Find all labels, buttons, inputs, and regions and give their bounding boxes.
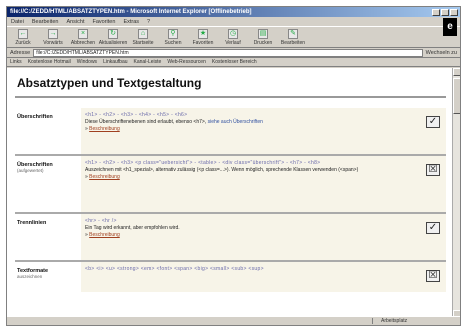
check-icon[interactable]: ✓ [426, 222, 440, 234]
vertical-scrollbar[interactable] [452, 68, 460, 318]
print-button[interactable]: ▤ Drucken [251, 28, 275, 46]
menu-item-datei[interactable]: Datei [11, 19, 24, 25]
browser-window: file://C:/ZEDD/HTML/ABSATZTYPEN.htm - Mi… [6, 6, 461, 326]
row-label: Textformate auszeichnen [17, 268, 49, 279]
links-item[interactable]: Kostenloser Bereich [212, 59, 257, 65]
links-bar: Links Kostenlose Hotmail Windows Linkauf… [7, 58, 460, 67]
menu-item-bearbeiten[interactable]: Bearbeiten [32, 19, 59, 25]
row-body: <h1> - <h2> - <h3> - <h4> - <h5> - <h6> … [81, 108, 446, 154]
address-input[interactable]: file://C:/ZEDD/HTML/ABSATZTYPEN.htm [33, 48, 423, 57]
row-code: <b> <i> <u> <strong> <em> <font> <span> … [85, 266, 264, 272]
table-row: Überschriften <h1> - <h2> - <h3> - <h4> … [15, 108, 446, 156]
search-button[interactable]: ⚲ Suchen [161, 28, 185, 46]
history-icon: ◷ [228, 28, 238, 39]
links-item[interactable]: Kostenlose Hotmail [28, 59, 71, 65]
row-more-link[interactable]: » Beschreibung [85, 174, 416, 181]
print-icon: ▤ [258, 28, 268, 39]
row-body: <hr> - <hr /> Ein Tag wird erkannt, aber… [81, 214, 446, 260]
security-zone: Arbeitsplatz [372, 318, 442, 324]
menu-bar: Datei Bearbeiten Ansicht Favoriten Extra… [7, 17, 460, 36]
title-divider [15, 96, 446, 98]
row-more-link[interactable]: » Beschreibung [85, 232, 416, 239]
row-code: <hr> - <hr /> [85, 218, 117, 224]
home-icon: ⌂ [138, 28, 148, 39]
back-button[interactable]: ← Zurück [11, 28, 35, 46]
address-label: Adresse [10, 49, 31, 56]
row-description: Diese Überschriftenebenen sind erlaubt, … [85, 119, 263, 125]
row-code: <h1> - <h2> - <h3> - <h4> - <h5> - <h6> [85, 112, 188, 118]
page-title: Absatztypen und Textgestaltung [17, 76, 202, 90]
menu-item-help[interactable]: ? [147, 19, 150, 25]
links-item[interactable]: Windows [77, 59, 97, 65]
forward-button[interactable]: → Vorwärts [41, 28, 65, 46]
row-code: <h1> - <h2> - <h3> <p class="uebersicht"… [85, 160, 321, 166]
menu-item-ansicht[interactable]: Ansicht [66, 19, 84, 25]
refresh-icon: ↻ [108, 28, 118, 39]
links-item[interactable]: Kanal-Leiste [134, 59, 162, 65]
scroll-thumb[interactable] [453, 78, 460, 114]
menu-item-extras[interactable]: Extras [123, 19, 139, 25]
menu-item-favoriten[interactable]: Favoriten [93, 19, 116, 25]
maximize-button[interactable] [441, 8, 449, 16]
row-label: Trennlinien [17, 220, 47, 226]
cross-icon[interactable]: ☒ [426, 164, 440, 176]
close-button[interactable] [450, 8, 458, 16]
row-more-link[interactable]: » Beschreibung [85, 126, 416, 133]
row-label: Überschriften (aufgewertet) [17, 162, 53, 173]
ie-logo-icon: e [443, 18, 457, 36]
scroll-up-button[interactable] [453, 68, 460, 76]
favorites-button[interactable]: ★ Favoriten [191, 28, 215, 46]
row-body: <b> <i> <u> <strong> <em> <font> <span> … [81, 262, 446, 292]
forward-icon: → [48, 28, 58, 39]
favorites-icon: ★ [198, 28, 208, 39]
edit-button[interactable]: ✎ Bearbeiten [281, 28, 305, 46]
window-title: file://C:/ZEDD/HTML/ABSATZTYPEN.htm - Mi… [10, 9, 252, 15]
stop-button[interactable]: × Abbrechen [71, 28, 95, 46]
back-icon: ← [18, 28, 28, 39]
links-item[interactable]: Linkaufbau [103, 59, 127, 65]
refresh-button[interactable]: ↻ Aktualisieren [99, 28, 127, 46]
edit-icon: ✎ [288, 28, 298, 39]
go-button[interactable]: Wechseln zu [426, 50, 457, 56]
table-row: Trennlinien <hr> - <hr /> Ein Tag wird e… [15, 214, 446, 262]
row-link[interactable]: siehe auch Überschriften [208, 119, 263, 125]
title-bar: file://C:/ZEDD/HTML/ABSATZTYPEN.htm - Mi… [7, 7, 460, 17]
table-row: Überschriften (aufgewertet) <h1> - <h2> -… [15, 156, 446, 214]
links-item[interactable]: Web-Ressourcen [167, 59, 206, 65]
search-icon: ⚲ [168, 28, 178, 39]
page-content: Absatztypen und Textgestaltung Überschri… [7, 68, 454, 318]
check-icon[interactable]: ✓ [426, 116, 440, 128]
history-button[interactable]: ◷ Verlauf [221, 28, 245, 46]
cross-icon[interactable]: ☒ [426, 270, 440, 282]
home-button[interactable]: ⌂ Startseite [131, 28, 155, 46]
window-controls [432, 8, 460, 16]
row-label: Überschriften [17, 114, 53, 120]
stop-icon: × [78, 28, 88, 39]
status-bar: Arbeitsplatz [7, 316, 460, 325]
links-item[interactable]: Links [10, 59, 22, 65]
toolbar: ← Zurück → Vorwärts × Abbrechen ↻ Aktualisie… [7, 26, 460, 48]
address-bar: Adresse file://C:/ZEDD/HTML/ABSATZTYPEN.… [7, 48, 460, 58]
minimize-button[interactable] [432, 8, 440, 16]
row-description: Ein Tag wird erkannt, aber empfohlen wir… [85, 225, 180, 231]
row-description: Auszeichnen mit <h1_spezial>, alternativ… [85, 167, 359, 173]
row-body: <h1> - <h2> - <h3> <p class="uebersicht"… [81, 156, 446, 212]
table-row: Textformate auszeichnen <b> <i> <u> <stro… [15, 262, 446, 292]
